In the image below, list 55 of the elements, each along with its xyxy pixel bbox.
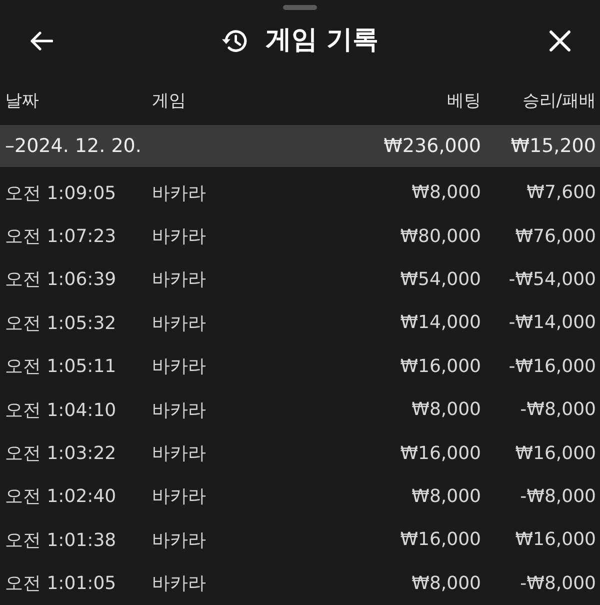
table-cell-text: ₩80,000	[399, 226, 481, 247]
table-cell-text: 바카라	[152, 182, 207, 205]
table-cell-text: ₩8,000	[410, 572, 481, 594]
table-cell-text: -₩54,000	[508, 268, 596, 290]
group-date: –2024. 12. 20.	[5, 135, 142, 157]
table-cell-text: -₩8,000	[519, 486, 596, 507]
table-cell-text: -₩14,000	[508, 312, 596, 334]
table-cell-text: 바카라	[152, 572, 207, 596]
table-cell-text: 오전 1:03:22	[5, 442, 118, 466]
table-cell-text: -₩16,000	[508, 356, 596, 377]
table-cell-text: 바카라	[152, 268, 207, 292]
history-icon	[221, 29, 248, 53]
table-cell-text: ₩16,000	[514, 529, 596, 550]
column-header: 게임	[152, 90, 187, 112]
table-cell-text: ₩8,000	[410, 486, 481, 507]
arrow-left-icon	[29, 31, 53, 51]
table-cell-text: ₩14,000	[399, 312, 481, 334]
table-cell-text: 바카라	[152, 442, 207, 466]
table-cell-text: 바카라	[152, 225, 207, 248]
table-cell-text: 바카라	[152, 528, 207, 552]
table-cell-text: 오전 1:07:23	[5, 225, 118, 248]
column-header: 베팅	[446, 90, 481, 112]
table-cell-text: 오전 1:01:05	[5, 572, 118, 596]
date-group-row[interactable]: –2024. 12. 20. ₩236,000 ₩15,200	[0, 125, 600, 167]
column-header: 승리/패배	[521, 90, 596, 112]
table-cell-text: 오전 1:05:32	[5, 312, 118, 335]
table-cell-text: ₩16,000	[514, 442, 596, 464]
column-header: 날짜	[5, 90, 40, 112]
window-title: 게임 기록	[265, 25, 379, 57]
table-cell-text: ₩16,000	[399, 529, 481, 550]
table-cell-text: 오전 1:09:05	[5, 182, 118, 205]
group-result-total: ₩15,200	[510, 135, 596, 157]
group-bet-total: ₩236,000	[382, 135, 481, 157]
table-cell-text: -₩8,000	[519, 399, 596, 420]
table-cell-text: 오전 1:04:10	[5, 398, 118, 422]
close-icon	[549, 30, 571, 52]
table-cell-text: ₩16,000	[399, 442, 481, 464]
drag-handle[interactable]	[283, 5, 317, 10]
table-cell-text: 바카라	[152, 485, 207, 508]
table-cell-text: 바카라	[152, 312, 207, 335]
table-cell-text: 바카라	[152, 398, 207, 422]
table-cell-text: ₩7,600	[526, 182, 596, 204]
back-button[interactable]	[29, 31, 53, 51]
table-cell-text: 오전 1:01:38	[5, 528, 118, 552]
table-cell-text: 오전 1:06:39	[5, 268, 118, 292]
table-cell-text: 오전 1:02:40	[5, 485, 118, 508]
table-cell-text: ₩76,000	[514, 226, 596, 247]
table-cell-text: ₩16,000	[399, 356, 481, 377]
table-cell-text: 오전 1:05:11	[5, 355, 118, 378]
close-button[interactable]	[549, 30, 571, 52]
table-cell-text: ₩54,000	[399, 268, 481, 290]
table-cell-text: -₩8,000	[519, 572, 596, 594]
table-cell-text: ₩8,000	[410, 182, 481, 204]
table-cell-text: ₩8,000	[410, 399, 481, 420]
table-cell-text: 바카라	[152, 355, 207, 378]
